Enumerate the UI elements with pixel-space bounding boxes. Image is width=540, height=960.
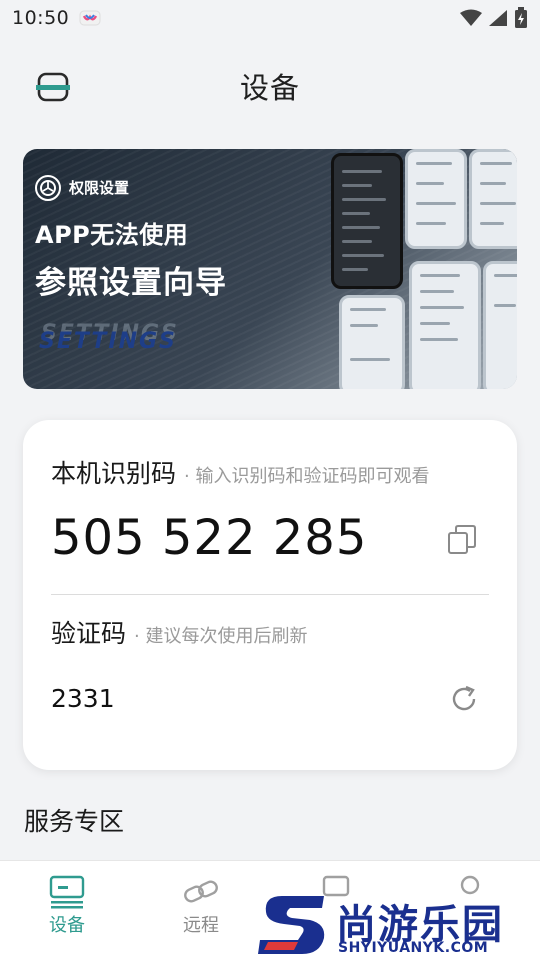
verify-code-hint: · 建议每次使用后刷新 — [134, 626, 308, 647]
signal-icon — [489, 10, 507, 26]
status-time: 10:50 — [12, 7, 70, 29]
watermark-en: SHYIYUANYK.COM — [338, 940, 489, 956]
site-watermark: 尚游乐园 SHYIYUANYK.COM — [258, 892, 540, 960]
settings-gear-icon — [35, 175, 61, 201]
device-id-label: 本机识别码 — [51, 459, 177, 488]
nav-item-remote[interactable]: 远程 — [151, 875, 251, 937]
service-section-title: 服务专区 — [24, 807, 125, 836]
phone-mockup-dark — [331, 153, 403, 289]
refresh-icon[interactable] — [449, 684, 479, 714]
banner-settings-text: SETTINGS — [39, 329, 177, 354]
banner-tag: 权限设置 — [69, 179, 130, 197]
page-title: 设备 — [239, 71, 300, 105]
banner-headline: APP无法使用 — [35, 221, 189, 249]
app-header: 设备 — [0, 54, 540, 118]
verify-code-title-row: 验证码 · 建议每次使用后刷新 — [51, 614, 307, 650]
watermark-logo-icon — [258, 896, 325, 954]
permission-settings-banner[interactable]: 权限设置 APP无法使用 参照设置向导 SETTINGS SETTINGS — [23, 149, 517, 389]
phone-mockup-5 — [483, 261, 517, 389]
phone-mockup-2 — [469, 149, 517, 249]
link-icon — [184, 880, 218, 903]
device-id-card: 本机识别码 · 输入识别码和验证码即可观看 505 522 285 验证码 · … — [23, 420, 517, 770]
status-bar: 10:50 — [0, 0, 540, 36]
nav-item-device[interactable]: 设备 — [17, 875, 117, 937]
status-indicators — [460, 7, 528, 29]
device-id-title-row: 本机识别码 · 输入识别码和验证码即可观看 — [51, 454, 429, 490]
verify-code-label: 验证码 — [51, 619, 127, 648]
nav-label-remote: 远程 — [183, 915, 219, 936]
wifi-icon — [460, 9, 482, 26]
device-icon — [49, 875, 85, 909]
device-id-code: 505 522 285 — [51, 510, 368, 566]
app-notification-icon — [79, 10, 101, 26]
phone-mockup-4 — [409, 261, 481, 389]
nav-label-device: 设备 — [49, 915, 85, 936]
device-id-hint: · 输入识别码和验证码即可观看 — [184, 466, 430, 487]
verify-code-value: 2331 — [51, 684, 115, 713]
phone-mockup-3 — [339, 295, 405, 389]
device-menu-icon[interactable] — [36, 72, 70, 102]
banner-subheadline: 参照设置向导 — [35, 265, 227, 301]
copy-icon[interactable] — [447, 524, 477, 556]
phone-mockup-1 — [405, 149, 467, 249]
card-divider — [51, 594, 489, 595]
battery-icon — [515, 7, 527, 28]
